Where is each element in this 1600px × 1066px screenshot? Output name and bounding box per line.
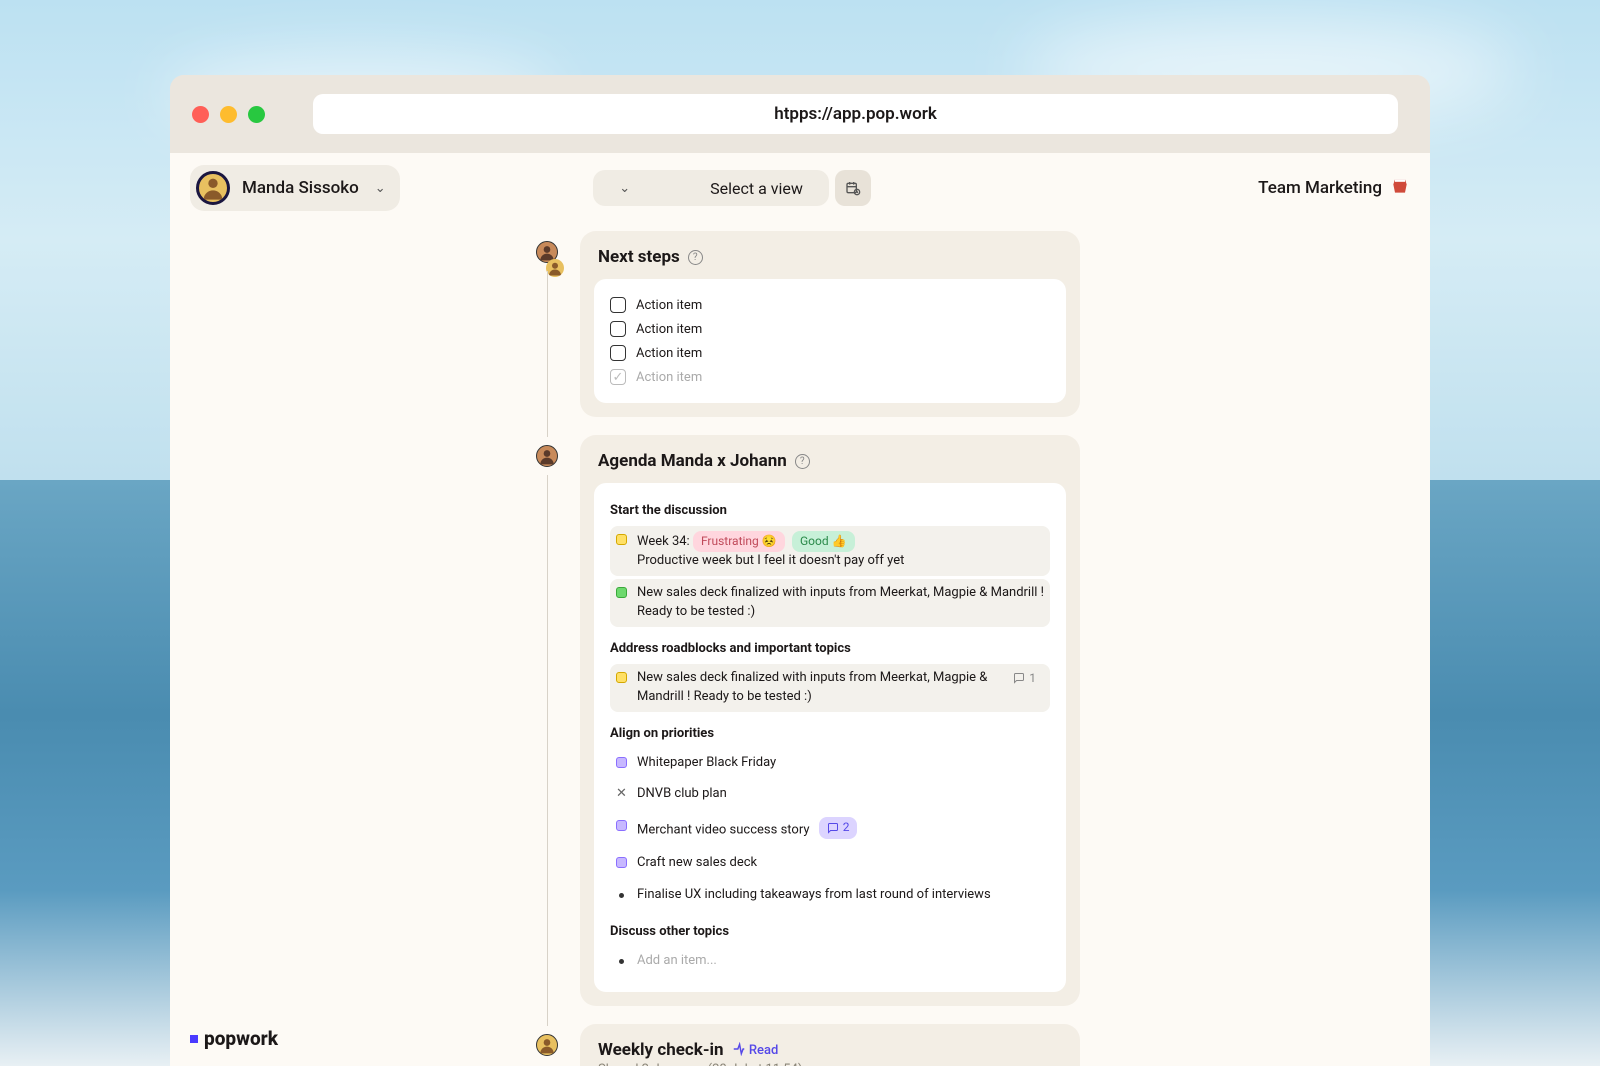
checkin-card: Weekly check-in Read Shared 2 days ago (… xyxy=(580,1024,1080,1066)
card-outer: Next steps ? Action item Action item xyxy=(580,231,1080,417)
action-item-row[interactable]: Action item xyxy=(610,293,1050,317)
checkbox-icon[interactable] xyxy=(610,297,626,313)
bullet-purple-icon xyxy=(616,820,627,831)
item-body: DNVB club plan xyxy=(637,785,1044,804)
item-body: Finalise UX including takeaways from las… xyxy=(637,886,1044,905)
browser-chrome: htpps://app.pop.work xyxy=(170,75,1430,153)
checkin-subtext: Shared 2 days ago (20-Jul at 11:54) xyxy=(594,1062,1066,1066)
brand-dot-icon xyxy=(190,1035,198,1043)
item-body: Merchant video success story 2 xyxy=(637,817,1044,841)
tag-frustrating: Frustrating 😣 xyxy=(693,531,785,552)
help-icon[interactable]: ? xyxy=(795,454,810,469)
card-avatars xyxy=(536,241,564,277)
agenda-item[interactable]: Week 34: Frustrating 😣 Good 👍 Productive… xyxy=(610,526,1050,576)
agenda-item[interactable]: ✕ DNVB club plan xyxy=(610,780,1050,809)
item-body: Craft new sales deck xyxy=(637,854,1044,873)
card-outer: Agenda Manda x Johann ? Start the discus… xyxy=(580,435,1080,1006)
agenda-card: Agenda Manda x Johann ? Start the discus… xyxy=(580,435,1080,1006)
timeline-line xyxy=(547,271,548,437)
bullet-purple-icon xyxy=(616,757,627,768)
bullet-yellow-icon xyxy=(616,672,627,683)
comment-count[interactable]: 2 xyxy=(819,817,858,838)
action-item-row[interactable]: ✓ Action item xyxy=(610,365,1050,389)
bullet-dot-icon xyxy=(619,893,624,898)
user-selector[interactable]: Manda Sissoko ⌄ xyxy=(190,165,400,211)
bullet-green-icon xyxy=(616,587,627,598)
app-area: Manda Sissoko ⌄ ⌄ Select a view Team Mar… xyxy=(170,153,1430,1066)
agenda-item[interactable]: Finalise UX including takeaways from las… xyxy=(610,881,1050,910)
section-heading: Discuss other topics xyxy=(610,924,1050,939)
agenda-item[interactable]: New sales deck finalized with inputs fro… xyxy=(610,664,1050,712)
comment-count[interactable]: 1 xyxy=(1005,669,1044,687)
brand-name: popwork xyxy=(204,1027,278,1050)
content: Next steps ? Action item Action item xyxy=(170,223,1430,1066)
action-item-label: Action item xyxy=(636,346,702,361)
card-title: Agenda Manda x Johann xyxy=(598,451,787,471)
item-body: Week 34: Frustrating 😣 Good 👍 Productive… xyxy=(637,531,1044,571)
agenda-item[interactable]: Merchant video success story 2 xyxy=(610,812,1050,846)
card-avatars xyxy=(536,1034,558,1056)
week-note: Productive week but I feel it doesn't pa… xyxy=(637,553,904,568)
next-steps-card: Next steps ? Action item Action item xyxy=(580,231,1080,417)
action-item-label: Action item xyxy=(636,322,702,337)
team-name: Team Marketing xyxy=(1258,178,1382,198)
add-item-placeholder: Add an item... xyxy=(637,952,1044,971)
item-body: Whitepaper Black Friday xyxy=(637,754,1044,773)
card-title: Next steps xyxy=(598,247,680,267)
bullet-dot-icon xyxy=(619,959,624,964)
agenda-item[interactable]: New sales deck finalized with inputs fro… xyxy=(610,579,1050,627)
window-controls xyxy=(192,106,265,123)
close-window-icon[interactable] xyxy=(192,106,209,123)
checkbox-icon[interactable] xyxy=(610,345,626,361)
view-selector: ⌄ Select a view xyxy=(593,170,871,206)
action-item-label: Action item xyxy=(636,298,702,313)
help-icon[interactable]: ? xyxy=(688,250,703,265)
section-heading: Start the discussion xyxy=(610,503,1050,518)
maximize-window-icon[interactable] xyxy=(248,106,265,123)
tag-good: Good 👍 xyxy=(792,531,855,552)
browser-window: htpps://app.pop.work Manda Sissoko ⌄ ⌄ S… xyxy=(170,75,1430,1066)
avatar-manda xyxy=(536,1034,558,1056)
checkbox-icon[interactable] xyxy=(610,321,626,337)
card-outer: Weekly check-in Read Shared 2 days ago (… xyxy=(580,1024,1080,1066)
timeline-line xyxy=(547,475,548,1026)
agenda-item[interactable]: Whitepaper Black Friday xyxy=(610,749,1050,778)
view-selector-label: Select a view xyxy=(710,179,803,198)
bullet-purple-icon xyxy=(616,857,627,868)
brand-logo[interactable]: popwork xyxy=(190,1027,278,1050)
team-icon xyxy=(1390,176,1410,201)
card-inner: Start the discussion Week 34: Frustratin… xyxy=(594,483,1066,992)
item-body: New sales deck finalized with inputs fro… xyxy=(637,584,1044,622)
calendar-settings-button[interactable] xyxy=(835,170,871,206)
bullet-x-icon: ✕ xyxy=(616,788,627,799)
user-avatar xyxy=(196,171,230,205)
read-link[interactable]: Read xyxy=(732,1042,779,1058)
view-selector-pill[interactable]: ⌄ Select a view xyxy=(593,170,829,206)
week-prefix: Week 34: xyxy=(637,534,690,549)
card-avatars xyxy=(536,445,558,467)
bullet-yellow-icon xyxy=(616,534,627,545)
agenda-item[interactable]: Craft new sales deck xyxy=(610,849,1050,878)
team-label[interactable]: Team Marketing xyxy=(1258,176,1410,201)
timeline: Next steps ? Action item Action item xyxy=(580,231,1080,1066)
chevron-down-icon: ⌄ xyxy=(375,181,386,196)
checkbox-checked-icon[interactable]: ✓ xyxy=(610,369,626,385)
url-bar[interactable]: htpps://app.pop.work xyxy=(313,94,1398,134)
top-bar: Manda Sissoko ⌄ ⌄ Select a view Team Mar… xyxy=(170,153,1430,223)
chevron-down-icon: ⌄ xyxy=(619,181,630,196)
action-item-row[interactable]: Action item xyxy=(610,317,1050,341)
card-inner: Action item Action item Action item xyxy=(594,279,1066,403)
action-item-label: Action item xyxy=(636,370,702,385)
add-item-row[interactable]: Add an item... xyxy=(610,947,1050,976)
avatar-manda xyxy=(546,259,564,277)
section-heading: Address roadblocks and important topics xyxy=(610,641,1050,656)
section-heading: Align on priorities xyxy=(610,726,1050,741)
user-name: Manda Sissoko xyxy=(242,178,359,198)
url-text: htpps://app.pop.work xyxy=(774,104,937,124)
card-title: Weekly check-in xyxy=(598,1040,724,1060)
action-item-row[interactable]: Action item xyxy=(610,341,1050,365)
minimize-window-icon[interactable] xyxy=(220,106,237,123)
avatar-johann xyxy=(536,445,558,467)
item-body: New sales deck finalized with inputs fro… xyxy=(637,669,989,707)
